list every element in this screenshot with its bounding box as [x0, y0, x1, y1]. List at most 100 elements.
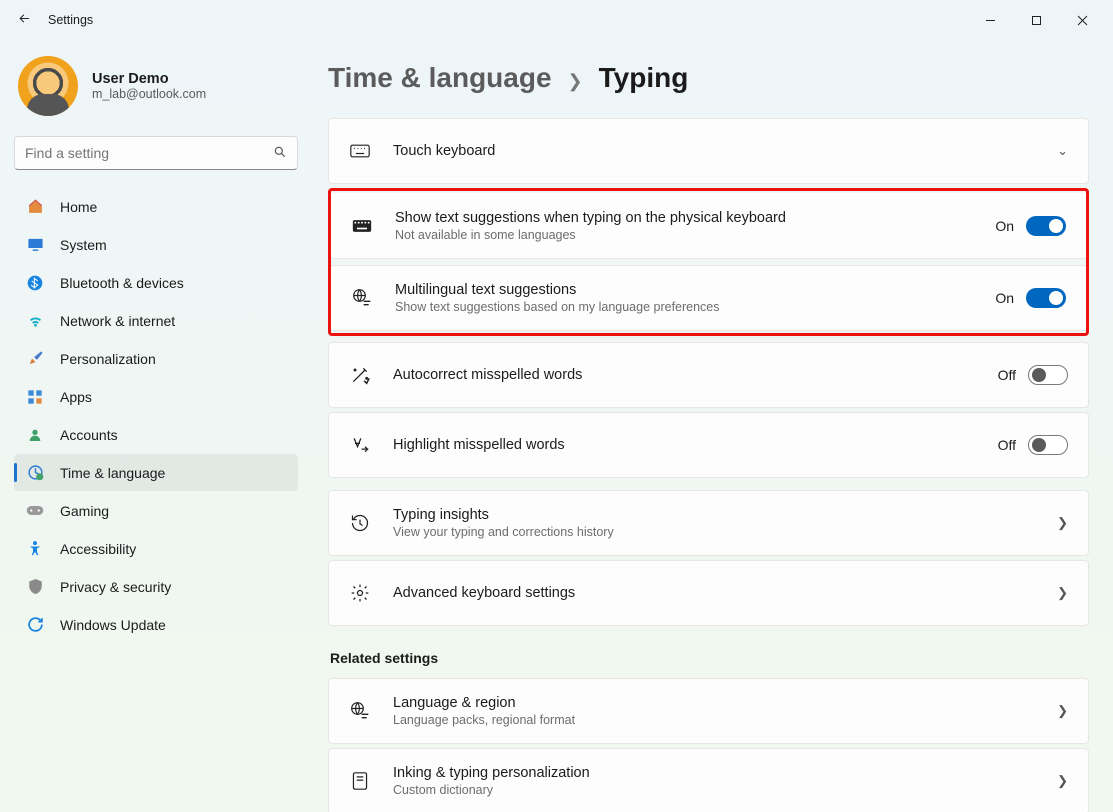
wand-icon — [349, 365, 371, 385]
home-icon — [26, 198, 44, 216]
nav-label: Gaming — [60, 503, 109, 519]
setting-title: Language & region — [393, 695, 1047, 711]
related-inking[interactable]: Inking & typing personalization Custom d… — [328, 748, 1089, 812]
chevron-right-icon: ❯ — [1057, 773, 1068, 789]
setting-advanced-keyboard[interactable]: Advanced keyboard settings ❯ — [328, 560, 1089, 626]
close-button[interactable] — [1059, 4, 1105, 36]
setting-title: Multilingual text suggestions — [395, 282, 995, 298]
clock-globe-icon — [26, 464, 44, 482]
dictionary-icon — [349, 771, 371, 791]
nav-label: Home — [60, 199, 97, 215]
related-language-region[interactable]: Language & region Language packs, region… — [328, 678, 1089, 744]
globe-text-icon — [351, 288, 373, 308]
nav-time-language[interactable]: Time & language — [14, 454, 298, 491]
setting-title: Highlight misspelled words — [393, 437, 998, 453]
setting-title: Show text suggestions when typing on the… — [395, 210, 995, 226]
shield-icon — [26, 578, 44, 596]
update-icon — [26, 616, 44, 634]
minimize-button[interactable] — [967, 4, 1013, 36]
chevron-right-icon: ❯ — [1057, 703, 1068, 719]
setting-title: Touch keyboard — [393, 143, 1047, 159]
setting-subtitle: View your typing and corrections history — [393, 525, 1047, 539]
history-icon — [349, 513, 371, 533]
nav-system[interactable]: System — [14, 226, 298, 263]
nav: Home System Bluetooth & devices Network … — [14, 188, 298, 643]
breadcrumb-parent[interactable]: Time & language — [328, 62, 552, 94]
keyboard-icon — [351, 219, 373, 233]
brush-icon — [26, 350, 44, 368]
sidebar: User Demo m_lab@outlook.com Home System … — [0, 40, 312, 812]
setting-typing-insights[interactable]: Typing insights View your typing and cor… — [328, 490, 1089, 556]
chevron-right-icon: ❯ — [1057, 585, 1068, 601]
nav-label: Accessibility — [60, 541, 136, 557]
nav-privacy[interactable]: Privacy & security — [14, 568, 298, 605]
breadcrumb-current: Typing — [599, 62, 689, 94]
chevron-right-icon: ❯ — [568, 71, 583, 92]
toggle-state: Off — [998, 437, 1016, 453]
setting-highlight-misspelled: Highlight misspelled words Off — [328, 412, 1089, 478]
nav-update[interactable]: Windows Update — [14, 606, 298, 643]
setting-subtitle: Show text suggestions based on my langua… — [395, 300, 995, 314]
back-button[interactable] — [8, 11, 40, 30]
profile-block[interactable]: User Demo m_lab@outlook.com — [14, 52, 298, 130]
nav-label: Privacy & security — [60, 579, 171, 595]
nav-apps[interactable]: Apps — [14, 378, 298, 415]
toggle-physical-suggestions[interactable] — [1026, 216, 1066, 236]
system-icon — [26, 236, 44, 254]
nav-label: Accounts — [60, 427, 118, 443]
chevron-down-icon[interactable]: ⌄ — [1057, 143, 1068, 159]
search-box[interactable] — [14, 136, 298, 170]
chevron-right-icon: ❯ — [1057, 515, 1068, 531]
nav-label: Bluetooth & devices — [60, 275, 184, 291]
keyboard-icon — [349, 144, 371, 158]
search-input[interactable] — [25, 145, 273, 161]
setting-subtitle: Language packs, regional format — [393, 713, 1047, 727]
accounts-icon — [26, 426, 44, 444]
apps-icon — [26, 388, 44, 406]
setting-title: Inking & typing personalization — [393, 765, 1047, 781]
user-name: User Demo — [92, 71, 206, 87]
gear-icon — [349, 583, 371, 603]
app-title: Settings — [48, 13, 93, 27]
nav-accessibility[interactable]: Accessibility — [14, 530, 298, 567]
toggle-state: Off — [998, 367, 1016, 383]
toggle-state: On — [995, 218, 1014, 234]
highlighted-settings: Show text suggestions when typing on the… — [328, 188, 1089, 336]
nav-label: Windows Update — [60, 617, 166, 633]
main-content: Time & language ❯ Typing Touch keyboard … — [312, 40, 1113, 812]
highlight-icon — [349, 435, 371, 455]
nav-gaming[interactable]: Gaming — [14, 492, 298, 529]
toggle-multilingual[interactable] — [1026, 288, 1066, 308]
maximize-button[interactable] — [1013, 4, 1059, 36]
setting-subtitle: Not available in some languages — [395, 228, 995, 242]
toggle-highlight-misspelled[interactable] — [1028, 435, 1068, 455]
nav-label: System — [60, 237, 107, 253]
avatar — [18, 56, 78, 116]
nav-label: Network & internet — [60, 313, 175, 329]
setting-title: Typing insights — [393, 507, 1047, 523]
nav-personalization[interactable]: Personalization — [14, 340, 298, 377]
user-email: m_lab@outlook.com — [92, 87, 206, 101]
setting-physical-suggestions: Show text suggestions when typing on the… — [331, 193, 1086, 259]
bluetooth-icon — [26, 274, 44, 292]
related-heading: Related settings — [330, 650, 1089, 666]
nav-bluetooth[interactable]: Bluetooth & devices — [14, 264, 298, 301]
accessibility-icon — [26, 540, 44, 558]
setting-subtitle: Custom dictionary — [393, 783, 1047, 797]
setting-multilingual: Multilingual text suggestions Show text … — [331, 265, 1086, 331]
nav-network[interactable]: Network & internet — [14, 302, 298, 339]
nav-label: Personalization — [60, 351, 156, 367]
setting-touch-keyboard[interactable]: Touch keyboard ⌄ — [328, 118, 1089, 184]
breadcrumb: Time & language ❯ Typing — [328, 62, 1089, 94]
search-icon — [273, 145, 287, 162]
setting-title: Advanced keyboard settings — [393, 585, 1047, 601]
nav-accounts[interactable]: Accounts — [14, 416, 298, 453]
setting-title: Autocorrect misspelled words — [393, 367, 998, 383]
nav-label: Apps — [60, 389, 92, 405]
nav-label: Time & language — [60, 465, 165, 481]
globe-text-icon — [349, 701, 371, 721]
toggle-autocorrect[interactable] — [1028, 365, 1068, 385]
setting-autocorrect: Autocorrect misspelled words Off — [328, 342, 1089, 408]
nav-home[interactable]: Home — [14, 188, 298, 225]
toggle-state: On — [995, 290, 1014, 306]
